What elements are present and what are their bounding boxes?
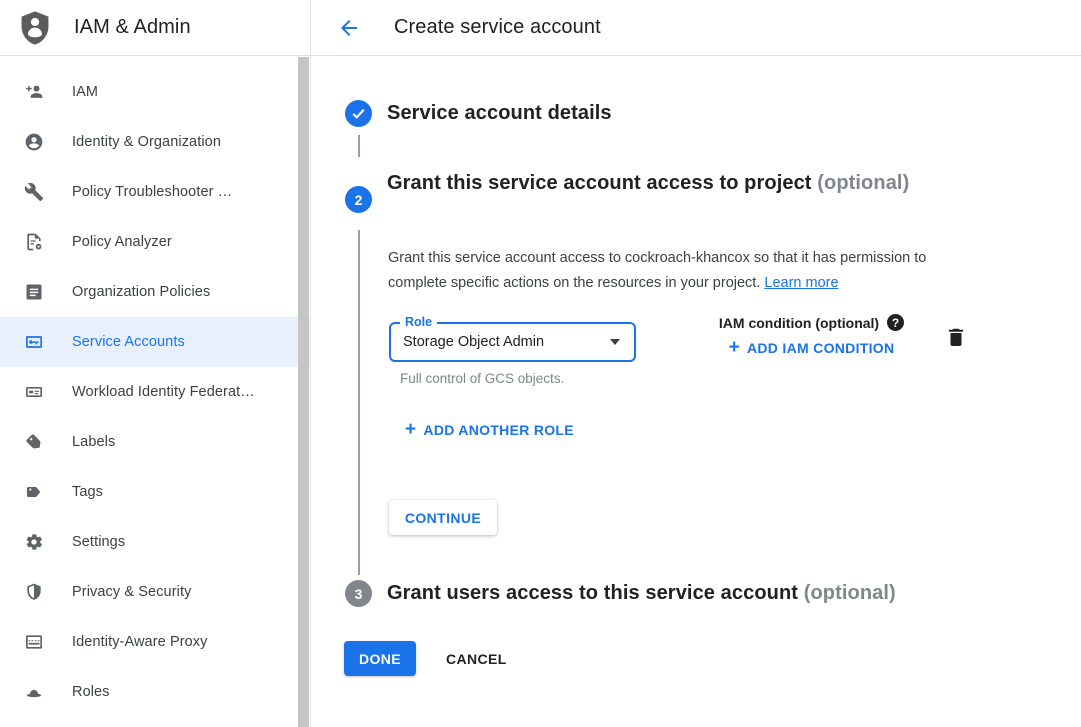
plus-icon: + bbox=[729, 341, 740, 355]
sidebar-header: IAM & Admin bbox=[0, 0, 311, 56]
sidebar: IAM Identity & Organization Policy Troub… bbox=[0, 56, 311, 727]
tag-icon bbox=[24, 482, 44, 502]
sidebar-item-labels[interactable]: Labels bbox=[0, 417, 310, 467]
top-bar: IAM & Admin Create service account bbox=[0, 0, 1081, 56]
sidebar-item-organization-policies[interactable]: Organization Policies bbox=[0, 267, 310, 317]
shield-icon bbox=[24, 582, 44, 602]
help-icon[interactable]: ? bbox=[887, 314, 904, 331]
role-selected-value: Storage Object Admin bbox=[403, 334, 544, 350]
add-another-role-button[interactable]: + ADD ANOTHER ROLE bbox=[405, 422, 574, 438]
sidebar-item-service-accounts[interactable]: Service Accounts bbox=[0, 317, 310, 367]
article-icon bbox=[24, 282, 44, 302]
role-helper-text: Full control of GCS objects. bbox=[400, 371, 564, 386]
continue-button[interactable]: CONTINUE bbox=[389, 500, 497, 535]
sidebar-item-policy-analyzer[interactable]: Policy Analyzer bbox=[0, 217, 310, 267]
sidebar-item-roles[interactable]: Roles bbox=[0, 667, 310, 717]
sidebar-item-label: Service Accounts bbox=[72, 334, 185, 350]
label-icon bbox=[24, 432, 44, 452]
step2-description-text: Grant this service account access to coc… bbox=[388, 250, 926, 291]
step1-completed-check-icon bbox=[345, 100, 372, 127]
step1-title: Service account details bbox=[387, 97, 612, 130]
sidebar-scrollbar[interactable] bbox=[298, 57, 309, 727]
step2-number-badge: 2 bbox=[345, 186, 372, 213]
step3-number-badge: 3 bbox=[345, 580, 372, 607]
step-connector bbox=[358, 230, 360, 575]
sidebar-item-label: Identity & Organization bbox=[72, 134, 221, 150]
gear-icon bbox=[24, 532, 44, 552]
step2-title-text: Grant this service account access to pro… bbox=[387, 172, 812, 194]
step2-optional-label: (optional) bbox=[817, 172, 909, 194]
iam-condition-label: IAM condition (optional) bbox=[719, 315, 879, 331]
done-button[interactable]: DONE bbox=[344, 641, 416, 676]
sidebar-item-policy-troubleshooter[interactable]: Policy Troubleshooter … bbox=[0, 167, 310, 217]
sidebar-item-label: Tags bbox=[72, 484, 103, 500]
back-arrow-icon[interactable] bbox=[337, 16, 361, 40]
sidebar-item-workload-identity-federation[interactable]: Workload Identity Federat… bbox=[0, 367, 310, 417]
sidebar-item-label: Privacy & Security bbox=[72, 584, 191, 600]
iam-condition-group: IAM condition (optional) ? + ADD IAM COND… bbox=[699, 314, 924, 358]
app-title: IAM & Admin bbox=[74, 16, 191, 39]
add-iam-condition-button[interactable]: + ADD IAM CONDITION bbox=[729, 340, 895, 356]
sidebar-item-identity-organization[interactable]: Identity & Organization bbox=[0, 117, 310, 167]
badge-card-icon bbox=[24, 382, 44, 402]
plus-icon: + bbox=[405, 423, 416, 437]
form-actions: DONE CANCEL bbox=[344, 641, 515, 676]
document-gear-icon bbox=[24, 232, 44, 252]
sidebar-item-settings[interactable]: Settings bbox=[0, 517, 310, 567]
learn-more-link[interactable]: Learn more bbox=[764, 275, 838, 291]
person-add-icon bbox=[24, 82, 44, 102]
proxy-icon bbox=[24, 632, 44, 652]
wrench-icon bbox=[24, 182, 44, 202]
sidebar-item-label: Labels bbox=[72, 434, 115, 450]
content-area: IAM Identity & Organization Policy Troub… bbox=[0, 56, 1081, 727]
step-connector bbox=[358, 135, 360, 157]
sidebar-nav: IAM Identity & Organization Policy Troub… bbox=[0, 56, 310, 717]
step3-title-text: Grant users access to this service accou… bbox=[387, 582, 798, 604]
iam-shield-logo-icon bbox=[16, 7, 54, 49]
add-another-role-label: ADD ANOTHER ROLE bbox=[423, 422, 574, 438]
dropdown-arrow-icon bbox=[610, 339, 620, 345]
trash-icon bbox=[944, 325, 968, 349]
sidebar-item-label: Settings bbox=[72, 534, 125, 550]
page-header: Create service account bbox=[311, 0, 1081, 56]
step2-description: Grant this service account access to coc… bbox=[388, 246, 988, 296]
sidebar-item-label: Policy Troubleshooter … bbox=[72, 184, 232, 200]
create-service-account-form: Service account details 2 Grant this ser… bbox=[311, 56, 1081, 727]
sidebar-item-label: Policy Analyzer bbox=[72, 234, 172, 250]
step3-title: Grant users access to this service accou… bbox=[387, 577, 1067, 610]
iam-admin-app: IAM & Admin Create service account IAM bbox=[0, 0, 1081, 727]
step2-title: Grant this service account access to pro… bbox=[387, 167, 947, 200]
sidebar-item-label: Roles bbox=[72, 684, 110, 700]
role-field-label: Role bbox=[400, 315, 437, 329]
cancel-button[interactable]: CANCEL bbox=[438, 645, 515, 673]
sidebar-item-label: Identity-Aware Proxy bbox=[72, 634, 208, 650]
sidebar-item-tags[interactable]: Tags bbox=[0, 467, 310, 517]
page-title: Create service account bbox=[394, 16, 601, 39]
hat-icon bbox=[24, 682, 44, 702]
sidebar-item-iam[interactable]: IAM bbox=[0, 67, 310, 117]
sidebar-item-identity-aware-proxy[interactable]: Identity-Aware Proxy bbox=[0, 617, 310, 667]
account-circle-icon bbox=[24, 132, 44, 152]
step3-optional-label: (optional) bbox=[804, 582, 896, 604]
delete-role-button[interactable] bbox=[944, 324, 970, 350]
sidebar-item-label: IAM bbox=[72, 84, 98, 100]
role-select[interactable]: Role Storage Object Admin bbox=[389, 322, 636, 362]
add-iam-condition-label: ADD IAM CONDITION bbox=[747, 340, 894, 356]
sidebar-item-label: Organization Policies bbox=[72, 284, 210, 300]
service-account-icon bbox=[24, 332, 44, 352]
sidebar-item-label: Workload Identity Federat… bbox=[72, 384, 255, 400]
sidebar-item-privacy-security[interactable]: Privacy & Security bbox=[0, 567, 310, 617]
